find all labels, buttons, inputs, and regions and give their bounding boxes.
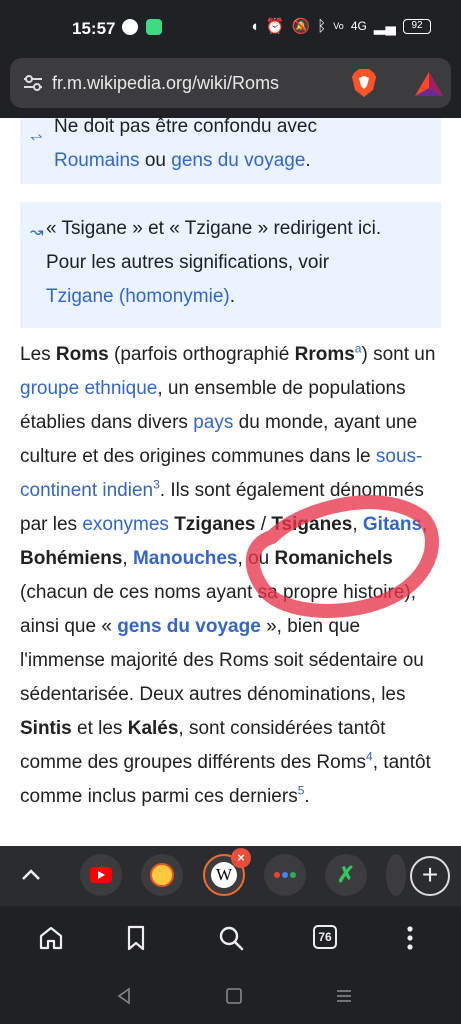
close-tab-icon[interactable]: × xyxy=(231,848,251,868)
tab-count-button[interactable]: 76 xyxy=(313,925,337,949)
disambiguation-icon: ⥋ xyxy=(30,128,43,145)
tab-wikipedia[interactable]: W × xyxy=(203,848,251,896)
link-groupe-ethnique[interactable]: groupe ethnique xyxy=(20,378,157,399)
hatnote-end: . xyxy=(305,150,311,171)
signal-icon: ▂▄ xyxy=(373,18,396,35)
notification-icons xyxy=(122,19,162,35)
emoji-icon xyxy=(150,863,174,887)
toolbar: fr.m.wikipedia.org/wiki/Roms xyxy=(0,52,461,118)
system-nav xyxy=(0,968,461,1024)
runner-icon: ✗ xyxy=(336,862,356,887)
term-tziganes: Tziganes xyxy=(174,514,256,535)
link-pays[interactable]: pays xyxy=(193,412,233,433)
app-notification-icon xyxy=(146,19,162,35)
hatnote2-line2: Pour les autres significations, voir xyxy=(46,252,330,273)
page-content: ⥋ Ne doit pas être confondu avec Roumain… xyxy=(0,118,461,846)
youtube-icon xyxy=(90,867,112,883)
ref-4[interactable]: 4 xyxy=(366,750,373,764)
volte-icon: Vo xyxy=(333,21,344,31)
home-square-icon[interactable] xyxy=(225,987,243,1005)
more-vert-icon[interactable] xyxy=(396,924,424,952)
wikipedia-icon: W xyxy=(211,862,237,888)
link-gens-du-voyage[interactable]: gens du voyage xyxy=(171,150,305,171)
term-rroms: Rroms xyxy=(294,344,355,365)
url-text[interactable]: fr.m.wikipedia.org/wiki/Roms xyxy=(52,73,279,94)
link-tzigane-homonymie[interactable]: Tzigane (homonymie) xyxy=(46,286,230,307)
tab-strip: W × ✗ + xyxy=(0,846,461,906)
search-icon[interactable] xyxy=(217,924,245,952)
brave-rewards-icon[interactable] xyxy=(414,70,444,98)
network-label: 4G xyxy=(350,19,367,33)
new-tab-button[interactable]: + xyxy=(410,856,450,896)
hatnote2-line1: « Tsigane » et « Tzigane » redirigent ic… xyxy=(46,218,382,239)
term-romanichels: Romanichels xyxy=(274,548,393,569)
term-sintis: Sintis xyxy=(20,718,72,739)
tab-youtube[interactable] xyxy=(80,854,122,896)
status-bar: 15:57 ◖ ⏰ 🔕 ᛒ Vo 4G ▂▄ 92 xyxy=(0,0,461,52)
tab-emoji-site[interactable] xyxy=(141,854,183,896)
bluetooth-icon: ᛒ xyxy=(317,17,327,35)
hatnote-text: Ne doit pas être confondu avec xyxy=(54,118,318,137)
alarm-icon: ⏰ xyxy=(265,18,285,35)
mute-icon: 🔕 xyxy=(291,18,311,35)
chevron-up-icon[interactable] xyxy=(18,862,44,888)
hatnote2-end: . xyxy=(229,286,236,307)
link-gens-du-voyage-2[interactable]: gens du voyage xyxy=(117,616,261,637)
address-bar[interactable]: fr.m.wikipedia.org/wiki/Roms xyxy=(10,58,451,108)
term-roms: Roms xyxy=(55,344,109,365)
colorful-dots-icon xyxy=(274,872,296,878)
link-roumains[interactable]: Roumains xyxy=(54,150,140,171)
link-gitans[interactable]: Gitans xyxy=(363,514,422,535)
tab-partial[interactable] xyxy=(386,854,406,896)
redirect-icon: ↝ xyxy=(30,224,44,241)
drop-icon: ◖ xyxy=(249,17,259,35)
back-icon[interactable] xyxy=(115,987,133,1005)
recents-icon[interactable] xyxy=(335,987,353,1005)
tab-colorful-app[interactable] xyxy=(264,854,306,896)
hatnote-confusion: ⥋ Ne doit pas être confondu avec Roumain… xyxy=(20,118,441,184)
article-paragraph: Les Roms (parfois orthographié Rromsa) s… xyxy=(20,341,436,807)
term-tsiganes: Tsiganes xyxy=(271,514,353,535)
brave-shields-icon[interactable] xyxy=(350,68,378,98)
messenger-icon xyxy=(122,19,138,35)
link-manouches[interactable]: Manouches xyxy=(133,548,238,569)
ref-3[interactable]: 3 xyxy=(153,478,160,492)
bottom-nav: 76 xyxy=(0,906,461,968)
hatnote-redirect: ↝ « Tsigane » et « Tzigane » redirigent … xyxy=(20,202,441,328)
home-icon[interactable] xyxy=(37,924,65,952)
site-settings-icon[interactable] xyxy=(22,73,44,93)
bookmark-icon[interactable] xyxy=(122,924,150,952)
term-kales: Kalés xyxy=(127,718,179,739)
battery-icon: 92 xyxy=(403,18,431,34)
tab-runner-app[interactable]: ✗ xyxy=(325,854,367,896)
status-time: 15:57 xyxy=(72,19,116,38)
status-right: ◖ ⏰ 🔕 ᛒ Vo 4G ▂▄ 92 xyxy=(250,17,431,35)
term-bohemiens: Bohémiens xyxy=(20,548,123,569)
hatnote-conj: ou xyxy=(144,150,166,171)
link-exonymes[interactable]: exonymes xyxy=(82,514,169,535)
